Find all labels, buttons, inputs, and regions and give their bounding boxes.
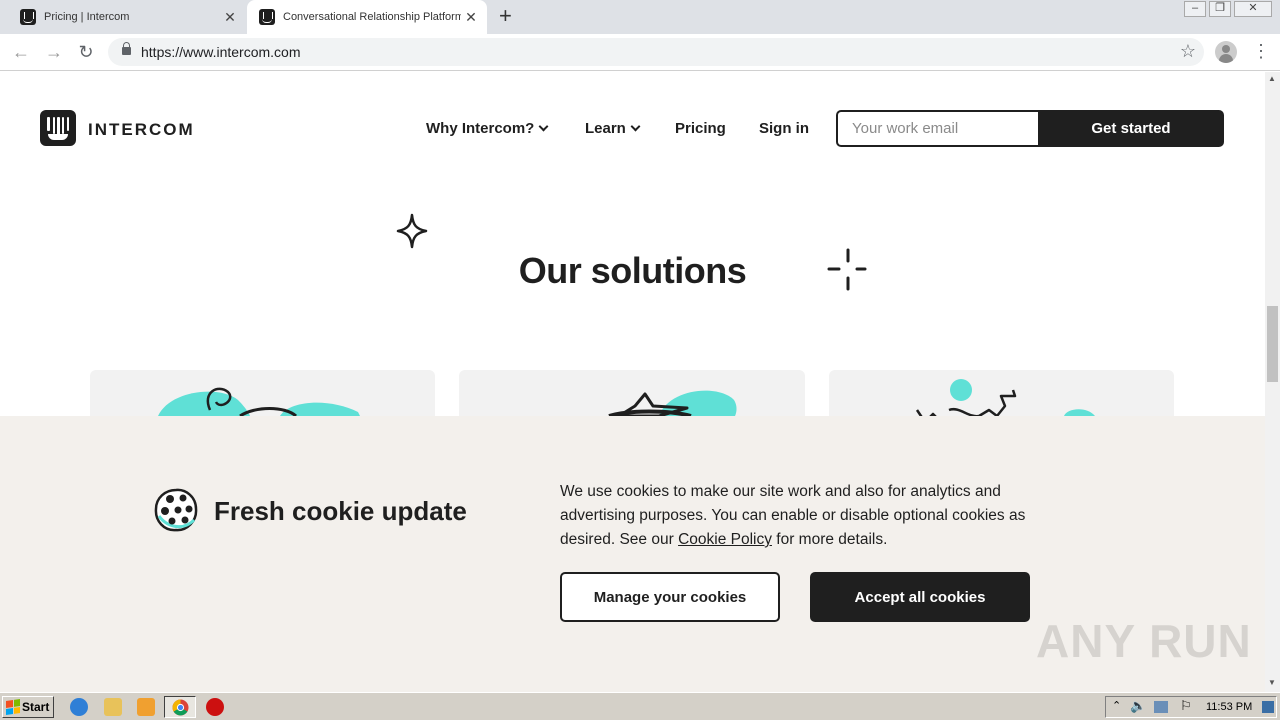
network-icon[interactable] [1154, 701, 1168, 713]
volume-icon[interactable]: 🔈 [1130, 698, 1146, 714]
nav-learn-label: Learn [585, 120, 626, 137]
restore-button[interactable]: ❐ [1209, 1, 1231, 17]
chevron-down-icon [630, 121, 641, 132]
get-started-button[interactable]: Get started [1038, 110, 1224, 147]
show-desktop-icon[interactable] [1262, 701, 1274, 713]
browser-toolbar: ← → ↻ https://www.intercom.com ☆ [0, 34, 1280, 71]
forward-arrow-icon[interactable]: → [43, 41, 65, 63]
windows-taskbar: Start ⌃ 🔈 ⚐ 11:53 PM [0, 692, 1280, 720]
new-tab-button[interactable]: + [499, 5, 512, 27]
tab-close-icon[interactable]: ✕ [461, 9, 481, 26]
browser-tab-strip: Pricing | Intercom ✕ Conversational Rela… [0, 0, 1280, 34]
nav-sign-in[interactable]: Sign in [759, 120, 809, 137]
opera-icon[interactable] [206, 698, 224, 716]
tab-close-icon[interactable]: ✕ [220, 9, 240, 26]
lock-icon [122, 42, 131, 55]
reload-icon[interactable]: ↻ [75, 41, 97, 63]
close-window-button[interactable]: ✕ [1234, 1, 1272, 17]
cookie-policy-link[interactable]: Cookie Policy [678, 531, 772, 548]
sparkle-icon [396, 213, 428, 249]
chrome-icon [172, 699, 189, 716]
tab-pricing[interactable]: Pricing | Intercom ✕ [8, 0, 246, 34]
nav-learn[interactable]: Learn [585, 120, 641, 137]
nav-why-label: Why Intercom? [426, 120, 535, 137]
anyrun-watermark: ANY RUN [1036, 615, 1252, 667]
nav-pricing[interactable]: Pricing [675, 120, 726, 137]
intercom-favicon-icon [20, 9, 36, 25]
start-button[interactable]: Start [2, 696, 54, 718]
media-player-icon[interactable] [137, 698, 155, 716]
tab-conversational-platform[interactable]: Conversational Relationship Platform ✕ [247, 0, 487, 34]
windows-logo-icon [6, 699, 20, 715]
internet-explorer-icon[interactable] [70, 698, 88, 716]
cookie-banner: Fresh cookie update We use cookies to ma… [0, 416, 1265, 692]
file-explorer-icon[interactable] [104, 698, 122, 716]
chevron-down-icon [538, 121, 549, 132]
nav-why-intercom[interactable]: Why Intercom? [426, 120, 549, 137]
page-scrollbar[interactable]: ▲ ▼ [1265, 72, 1280, 692]
scroll-up-arrow-icon[interactable]: ▲ [1268, 74, 1276, 83]
cookie-banner-title: Fresh cookie update [214, 496, 467, 526]
start-label: Start [22, 700, 50, 714]
cookie-text-after: for more details. [776, 531, 888, 548]
intercom-favicon-icon [259, 9, 275, 25]
tab-title: Pricing | Intercom [44, 11, 130, 23]
cookie-banner-text: We use cookies to make our site work and… [560, 480, 1080, 552]
cookie-icon [154, 488, 198, 532]
tab-title: Conversational Relationship Platform [283, 11, 461, 23]
scroll-down-arrow-icon[interactable]: ▼ [1268, 678, 1276, 687]
scrollbar-thumb[interactable] [1267, 306, 1278, 382]
minimize-button[interactable]: – [1184, 1, 1206, 17]
url-text: https://www.intercom.com [141, 44, 301, 60]
back-arrow-icon[interactable]: ← [10, 41, 32, 63]
accept-all-cookies-button[interactable]: Accept all cookies [810, 572, 1030, 622]
section-title: Our solutions [518, 250, 747, 291]
logo-wordmark[interactable]: INTERCOM [88, 120, 195, 140]
bookmark-star-icon[interactable]: ☆ [1180, 41, 1196, 62]
profile-avatar-icon[interactable] [1215, 41, 1237, 63]
work-email-input[interactable] [836, 110, 1040, 147]
address-bar[interactable]: https://www.intercom.com ☆ [108, 38, 1204, 66]
browser-menu-icon[interactable]: ⋮ [1252, 42, 1270, 60]
taskbar-clock[interactable]: 11:53 PM [1206, 701, 1252, 713]
tray-expand-icon[interactable]: ⌃ [1112, 699, 1121, 712]
manage-cookies-button[interactable]: Manage your cookies [560, 572, 780, 622]
chrome-taskbar-button[interactable] [164, 696, 196, 718]
action-center-flag-icon[interactable]: ⚐ [1180, 698, 1192, 714]
intercom-logo-icon[interactable] [40, 110, 76, 146]
